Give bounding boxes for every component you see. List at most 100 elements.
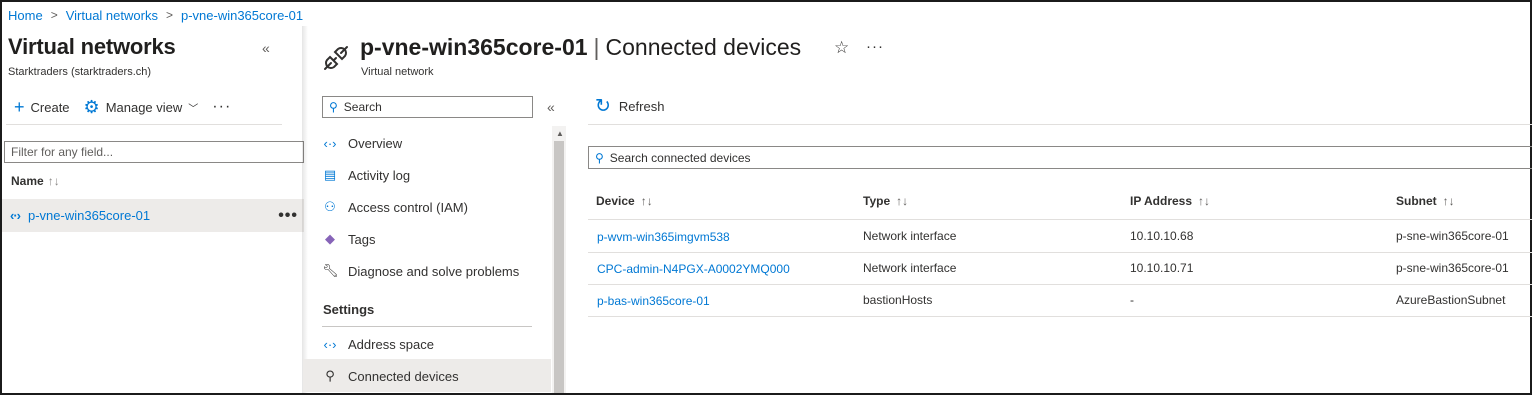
menu-search-input[interactable]: ⚲ Search [322, 96, 533, 118]
column-label: Type [863, 194, 891, 208]
page-title: p-vne-win365core-01 | Connected devices [360, 34, 801, 61]
column-header-device[interactable]: Device ↑↓ [596, 194, 653, 208]
device-type: Network interface [863, 229, 957, 243]
menu-item-label: Tags [348, 231, 376, 247]
virtual-network-icon: ‹·› [10, 208, 21, 223]
manage-view-button[interactable]: ⚙ Manage view ﹀ [84, 98, 199, 116]
left-blade-subtitle: Starktraders (starktraders.ch) [8, 66, 152, 78]
menu-scrollbar-thumb[interactable] [554, 141, 564, 393]
chevron-down-icon: ﹀ [188, 103, 199, 115]
table-row-divider [588, 284, 1532, 285]
resource-name: p-vne-win365core-01 [360, 34, 588, 60]
refresh-button[interactable]: ↻ Refresh [595, 97, 664, 116]
breadcrumb: Home > Virtual networks > p-vne-win365co… [8, 6, 303, 24]
menu-section-settings: Settings [323, 302, 375, 317]
collapse-left-blade-icon[interactable]: « [262, 40, 270, 56]
device-link[interactable]: p-wvm-win365imgvm538 [597, 230, 730, 244]
sort-icon: ↑↓ [1198, 194, 1211, 208]
create-button[interactable]: + Create [14, 98, 70, 116]
scroll-up-icon[interactable]: ▲ [556, 129, 564, 138]
menu-item-address-space[interactable]: ‹·› Address space [322, 333, 435, 355]
breadcrumb-home[interactable]: Home [8, 8, 43, 23]
filter-input[interactable]: Filter for any field... [4, 141, 304, 163]
column-header-ip-address[interactable]: IP Address ↑↓ [1130, 194, 1210, 208]
tag-icon: ◆ [325, 231, 335, 246]
create-label: Create [30, 99, 70, 115]
resource-type: Virtual network [361, 66, 434, 78]
row-more-icon[interactable]: ••• [278, 207, 298, 225]
blade-shadow [302, 26, 308, 393]
search-connected-devices-input[interactable]: ⚲ Search connected devices [588, 146, 1532, 169]
gear-icon: ⚙ [83, 97, 100, 117]
column-label: IP Address [1130, 194, 1193, 208]
breadcrumb-virtual-networks[interactable]: Virtual networks [66, 8, 158, 23]
device-type: Network interface [863, 261, 957, 275]
column-header-subnet[interactable]: Subnet ↑↓ [1396, 194, 1455, 208]
device-subnet: AzureBastionSubnet [1396, 293, 1506, 307]
menu-item-label: Address space [348, 336, 434, 352]
plug-icon: ⚲ [325, 368, 335, 383]
menu-item-label: Overview [348, 135, 403, 151]
menu-item-label: Diagnose and solve problems [348, 263, 520, 279]
left-blade-title: Virtual networks [8, 34, 176, 59]
plug-icon [324, 46, 348, 70]
device-ip: 10.10.10.68 [1130, 229, 1194, 243]
list-item[interactable]: ‹·› p-vne-win365core-01 ••• [2, 199, 304, 232]
column-label: Subnet [1396, 194, 1437, 208]
menu-item-label: Access control (IAM) [348, 199, 468, 215]
left-toolbar: + Create ⚙ Manage view ﹀ ··· [14, 96, 231, 118]
header-more-icon[interactable]: ··· [866, 38, 884, 55]
favorite-star-icon[interactable]: ☆ [834, 38, 849, 58]
divider [322, 326, 532, 327]
column-header-type[interactable]: Type ↑↓ [863, 194, 908, 208]
divider [588, 124, 1532, 125]
device-subnet: p-sne-win365core-01 [1396, 261, 1509, 275]
menu-item-label: Connected devices [348, 368, 459, 384]
title-separator: | [593, 34, 600, 60]
search-icon: ⚲ [595, 150, 604, 165]
menu-item-overview[interactable]: ‹·› Overview [322, 132, 403, 154]
table-row-divider [588, 316, 1532, 317]
manage-view-label: Manage view [105, 99, 183, 115]
plus-icon: + [14, 97, 25, 117]
menu-item-activity-log[interactable]: ▤ Activity log [322, 164, 410, 186]
table-row-divider [588, 219, 1532, 220]
menu-item-tags[interactable]: ◆ Tags [322, 228, 375, 250]
collapse-menu-icon[interactable]: « [547, 99, 555, 115]
sort-icon: ↑↓ [896, 194, 909, 208]
device-ip: - [1130, 293, 1134, 307]
activity-log-icon: ▤ [323, 167, 337, 182]
menu-item-access-control[interactable]: ⚇ Access control (IAM) [322, 196, 468, 218]
more-icon[interactable]: ··· [212, 98, 231, 116]
menu-item-label: Activity log [348, 167, 411, 183]
search-icon: ⚲ [329, 100, 338, 114]
device-link[interactable]: CPC-admin-N4PGX-A0002YMQ000 [597, 262, 790, 276]
menu-search-placeholder: Search [343, 100, 382, 114]
menu-item-connected-devices[interactable]: ⚲ Connected devices [322, 365, 459, 387]
column-label: Device [596, 194, 635, 208]
wrench-icon: 🔧︎ [322, 263, 339, 278]
table-row-divider [588, 252, 1532, 253]
virtual-network-icon: ‹·› [323, 336, 337, 352]
refresh-label: Refresh [618, 99, 665, 114]
device-subnet: p-sne-win365core-01 [1396, 229, 1509, 243]
page-name: Connected devices [605, 34, 802, 60]
breadcrumb-resource[interactable]: p-vne-win365core-01 [181, 8, 303, 23]
column-header-name[interactable]: Name ↑↓ [11, 174, 60, 188]
sort-icon: ↑↓ [1442, 194, 1455, 208]
refresh-icon: ↻ [595, 96, 611, 117]
list-item-name[interactable]: p-vne-win365core-01 [28, 208, 150, 223]
sort-icon: ↑↓ [640, 194, 653, 208]
search-connected-devices-placeholder: Search connected devices [609, 150, 751, 165]
device-ip: 10.10.10.71 [1130, 261, 1194, 275]
column-name-label: Name [11, 174, 44, 188]
people-icon: ⚇ [324, 199, 336, 214]
breadcrumb-separator: > [50, 8, 58, 22]
divider [6, 124, 282, 125]
breadcrumb-separator: > [165, 8, 173, 22]
menu-item-diagnose[interactable]: 🔧︎ Diagnose and solve problems [322, 260, 519, 282]
device-type: bastionHosts [863, 293, 933, 307]
device-link[interactable]: p-bas-win365core-01 [597, 294, 710, 308]
sort-icon: ↑↓ [47, 174, 60, 188]
virtual-network-icon: ‹·› [323, 135, 337, 151]
